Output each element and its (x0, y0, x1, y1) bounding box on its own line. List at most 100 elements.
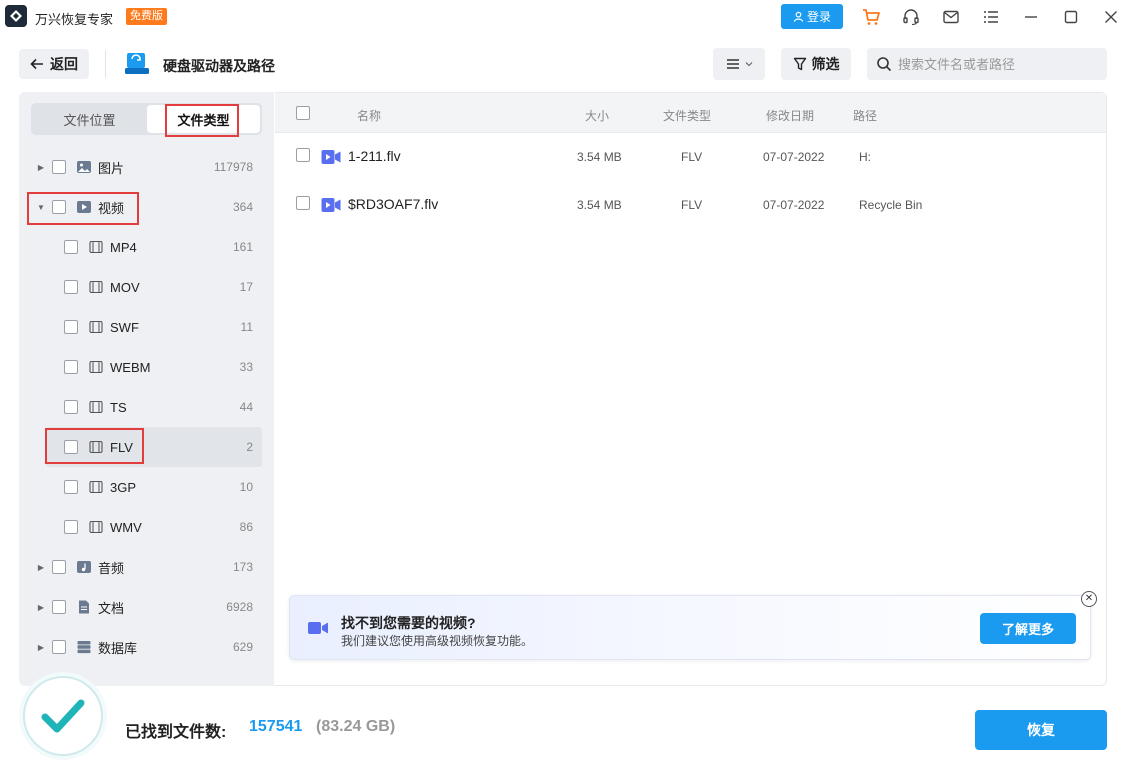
filter-button[interactable]: 筛选 (781, 48, 851, 80)
tree-item-音频[interactable]: ▶ 音频 173 (19, 547, 262, 587)
video-highlight-box (27, 192, 139, 225)
tree-checkbox[interactable] (64, 320, 78, 334)
file-path: Recycle Bin (859, 198, 923, 212)
toolbar-divider (105, 50, 106, 78)
tree-item-count: 6928 (226, 600, 253, 614)
column-size[interactable]: 大小 (585, 107, 609, 124)
found-files-size: (83.24 GB) (316, 718, 396, 735)
list-view-icon (727, 59, 739, 69)
title-bar: 万兴恢复专家 免费版 登录 (0, 0, 1124, 34)
tip-subtitle: 我们建议您使用高级视频恢复功能。 (341, 634, 534, 648)
tree-checkbox[interactable] (64, 360, 78, 374)
tree-item-count: 173 (232, 560, 253, 574)
cart-icon[interactable] (860, 6, 882, 28)
flv-highlight-box (45, 428, 144, 464)
page-title: 硬盘驱动器及路径 (163, 58, 275, 74)
video-camera-icon (308, 622, 328, 634)
file-row[interactable]: 1-211.flv 3.54 MB FLV 07-07-2022 H: (275, 133, 1106, 181)
user-icon (793, 11, 804, 22)
tree-checkbox[interactable] (52, 600, 66, 614)
found-files-label: 已找到文件数: (125, 724, 227, 741)
tree-item-count: 33 (239, 360, 253, 374)
edition-badge: 免费版 (126, 8, 167, 25)
column-modified[interactable]: 修改日期 (766, 107, 814, 124)
tree-checkbox[interactable] (52, 640, 66, 654)
tree-checkbox[interactable] (64, 280, 78, 294)
search-box[interactable] (867, 48, 1107, 80)
app-title: 万兴恢复专家 (35, 12, 114, 27)
mail-icon[interactable] (940, 6, 962, 28)
file-path: H: (859, 150, 871, 164)
filter-label: 筛选 (811, 56, 840, 72)
recover-button[interactable]: 恢复 (975, 710, 1107, 750)
chevron-down-icon (745, 62, 753, 67)
view-mode-button[interactable] (713, 48, 765, 80)
tree-checkbox[interactable] (64, 240, 78, 254)
login-button[interactable]: 登录 (781, 4, 843, 29)
checkmark-icon (41, 699, 85, 733)
tree-item-label: 3GP (110, 479, 137, 495)
audio-icon (76, 559, 92, 575)
file-size: 3.54 MB (577, 150, 622, 164)
tree-checkbox[interactable] (64, 480, 78, 494)
tip-title: 找不到您需要的视频? (341, 615, 476, 631)
caret-right-icon[interactable]: ▶ (37, 643, 45, 652)
tree-item-count: 117978 (213, 160, 253, 174)
login-label: 登录 (806, 10, 831, 24)
tree-item-label: WMV (110, 519, 142, 535)
hard-drive-icon (125, 53, 149, 74)
tree-item-count: 17 (239, 280, 253, 294)
learn-more-button[interactable]: 了解更多 (980, 613, 1076, 644)
video-file-icon (88, 319, 104, 335)
tree-item-ts[interactable]: TS 44 (19, 387, 262, 427)
select-all-checkbox[interactable] (296, 106, 310, 120)
tab-file-location[interactable]: 文件位置 (33, 105, 146, 133)
advanced-recovery-tip: 找不到您需要的视频? 我们建议您使用高级视频恢复功能。 了解更多 ✕ (289, 591, 1097, 660)
tree-item-文档[interactable]: ▶ 文档 6928 (19, 587, 262, 627)
maximize-icon[interactable] (1060, 6, 1082, 28)
tree-item-数据库[interactable]: ▶ 数据库 629 (19, 627, 262, 667)
column-type[interactable]: 文件类型 (663, 107, 711, 124)
scan-complete-badge (23, 676, 103, 756)
tree-item-webm[interactable]: WEBM 33 (19, 347, 262, 387)
app-logo-icon (5, 5, 27, 27)
caret-right-icon[interactable]: ▶ (37, 603, 45, 612)
file-type: FLV (681, 198, 703, 212)
back-label: 返回 (50, 56, 78, 72)
column-name[interactable]: 名称 (357, 107, 381, 124)
tree-checkbox[interactable] (52, 560, 66, 574)
tree-item-3gp[interactable]: 3GP 10 (19, 467, 262, 507)
tree-item-count: 629 (232, 640, 253, 654)
search-input[interactable] (898, 56, 1098, 72)
tree-item-label: WEBM (110, 359, 151, 375)
tree-item-count: 11 (240, 320, 253, 334)
tree-checkbox[interactable] (52, 160, 66, 174)
tree-item-label: SWF (110, 319, 139, 335)
file-modified-date: 07-07-2022 (763, 150, 825, 164)
video-file-icon (321, 198, 341, 212)
video-file-icon (321, 150, 341, 164)
tree-item-swf[interactable]: SWF 11 (19, 307, 262, 347)
tree-item-label: TS (110, 399, 127, 415)
tree-checkbox[interactable] (64, 400, 78, 414)
tree-item-wmv[interactable]: WMV 86 (19, 507, 262, 547)
caret-right-icon[interactable]: ▶ (37, 563, 45, 572)
file-checkbox[interactable] (296, 196, 310, 210)
close-icon[interactable] (1100, 6, 1122, 28)
tree-item-图片[interactable]: ▶ 图片 117978 (19, 147, 262, 187)
minimize-icon[interactable] (1020, 6, 1042, 28)
image-icon (76, 159, 92, 175)
menu-list-icon[interactable] (980, 6, 1002, 28)
video-file-icon (88, 399, 104, 415)
back-button[interactable]: 返回 (19, 49, 89, 79)
headset-icon[interactable] (900, 6, 922, 28)
file-row[interactable]: $RD3OAF7.flv 3.54 MB FLV 07-07-2022 Recycle … (275, 181, 1106, 229)
column-path[interactable]: 路径 (853, 107, 877, 124)
tree-item-mov[interactable]: MOV 17 (19, 267, 262, 307)
file-checkbox[interactable] (296, 148, 310, 162)
caret-right-icon[interactable]: ▶ (37, 163, 45, 172)
tip-close-icon[interactable]: ✕ (1081, 591, 1097, 607)
tree-item-mp4[interactable]: MP4 161 (19, 227, 262, 267)
funnel-icon (793, 57, 806, 71)
tree-checkbox[interactable] (64, 520, 78, 534)
